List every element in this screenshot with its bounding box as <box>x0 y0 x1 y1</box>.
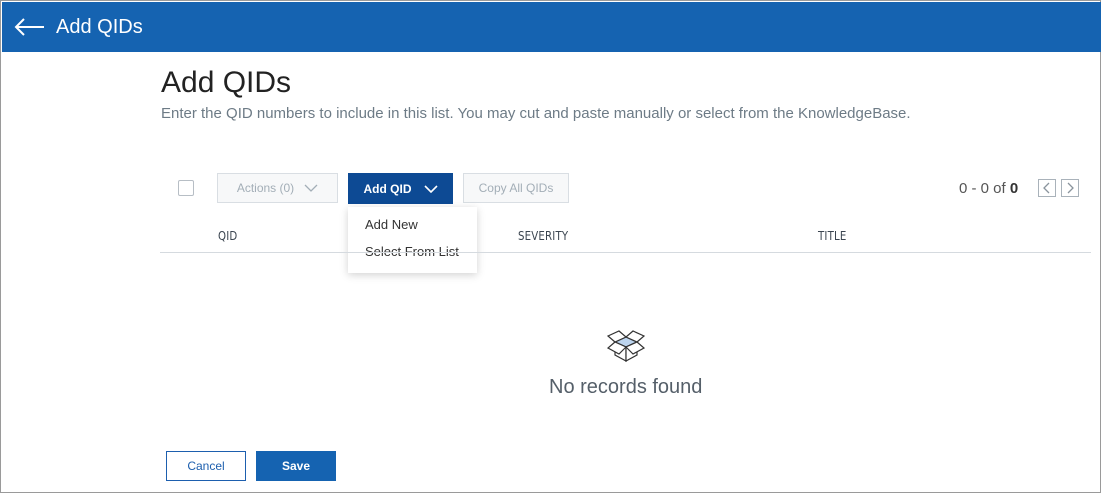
table-header-divider <box>160 252 1091 253</box>
pager-total: 0 <box>1009 180 1019 197</box>
add-qid-dropdown-menu: Add New Select From List <box>348 207 477 273</box>
arrow-left-icon[interactable] <box>14 14 46 40</box>
pager-range: 0 - 0 of <box>959 180 1006 197</box>
chevron-left-icon[interactable] <box>1038 179 1056 197</box>
column-header-title[interactable]: TITLE <box>818 229 846 243</box>
column-header-severity[interactable]: SEVERITY <box>518 229 568 243</box>
chevron-right-icon[interactable] <box>1061 179 1079 197</box>
top-bar: Add QIDs <box>2 2 1101 52</box>
save-button-label: Save <box>281 459 311 473</box>
cancel-button[interactable]: Cancel <box>166 451 246 481</box>
pager-summary: 0 - 0 of 0 <box>959 180 1018 197</box>
cancel-button-label: Cancel <box>187 459 225 473</box>
page-description: Enter the QID numbers to include in this… <box>161 105 911 122</box>
copy-all-qids-label: Copy All QIDs <box>478 181 554 195</box>
menu-item-select-from-list[interactable]: Select From List <box>348 243 477 270</box>
copy-all-qids-button[interactable]: Copy All QIDs <box>463 173 569 203</box>
select-all-checkbox[interactable] <box>178 180 194 196</box>
actions-button[interactable]: Actions (0) <box>217 173 338 203</box>
open-box-icon <box>605 328 647 364</box>
empty-state-message: No records found <box>549 376 703 398</box>
add-qid-button[interactable]: Add QID <box>348 173 453 204</box>
save-button[interactable]: Save <box>256 451 336 481</box>
top-bar-title: Add QIDs <box>56 16 143 38</box>
actions-button-label: Actions (0) <box>236 181 295 195</box>
chevron-down-icon <box>423 182 438 196</box>
menu-item-add-new[interactable]: Add New <box>348 216 477 243</box>
page-title: Add QIDs <box>161 66 292 99</box>
chevron-down-icon <box>304 181 318 195</box>
add-qid-button-label: Add QID <box>363 181 412 196</box>
column-header-qid[interactable]: QID <box>218 229 237 243</box>
